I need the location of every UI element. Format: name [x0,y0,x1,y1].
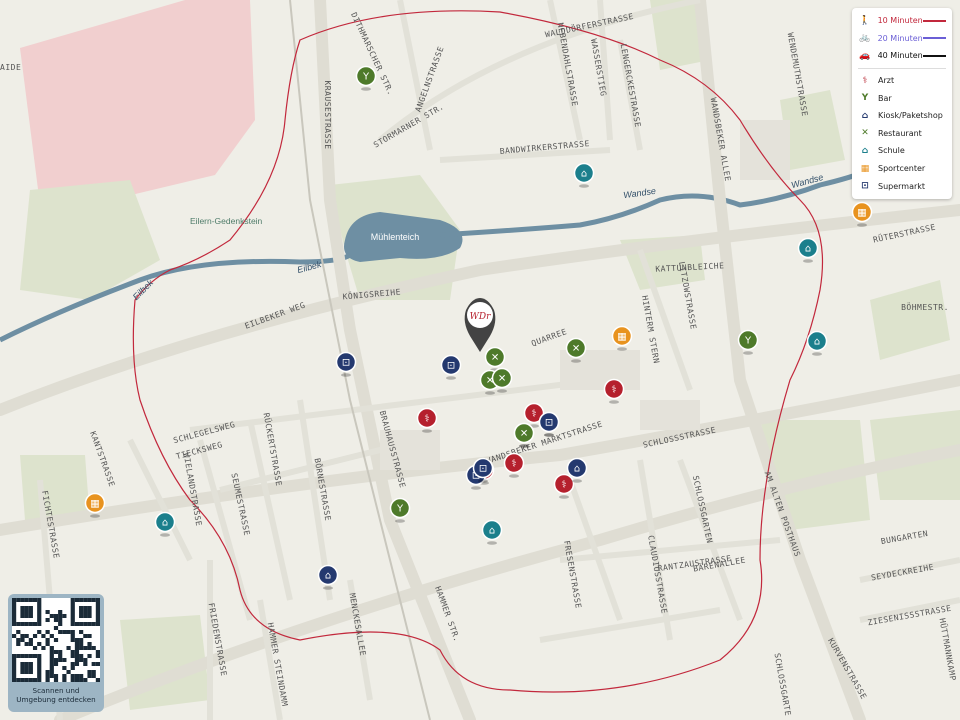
restaurant-icon: ✕ [572,344,580,355]
kiosk-icon: ⌂ [325,571,331,582]
sport-icon: ▦ [617,332,626,343]
legend-category-4[interactable]: ⌂ Schule [852,142,952,160]
qr-caption-line1: Scannen und [32,686,80,695]
legend-label: Restaurant [878,128,922,138]
map-legend: 🚶 10 Minuten 🚲 20 Minuten 🚗 40 Minuten ⚕ Arzt Y B… [852,8,952,199]
shop-icon: ⌂ [861,110,869,121]
sport-icon: ▦ [857,208,866,219]
place-label: Eilern-Gedenkstein [190,216,263,226]
legend-label: Schule [878,146,905,156]
map-canvas[interactable]: EHNHAIDEDITHMARSCHER STR.ANGELNSTRASSEWA… [0,0,960,720]
schule-icon: ⌂ [489,526,495,537]
bar-icon: Y [362,72,370,83]
kiosk-icon: ⌂ [574,464,580,475]
legend-label: Sportcenter [878,164,926,174]
arzt-icon: ⚕ [561,480,566,491]
stethoscope-icon: ⚕ [862,75,868,86]
legend-category-2[interactable]: ⌂ Kiosk/Paketshop [852,107,952,125]
supermarkt-icon: ⊡ [479,464,487,475]
arzt-icon: ⚕ [511,459,516,470]
arzt-icon: ⚕ [531,409,536,420]
walk-icon: 🚶 [859,15,871,26]
street-label: BÖHMESTR. [901,302,949,312]
qr-code-panel[interactable]: Scannen und Umgebung entdecken [8,594,104,712]
cutlery-icon: ✕ [861,128,869,139]
arzt-icon: ⚕ [424,414,429,425]
legend-label: 10 Minuten [877,16,923,26]
brand-logo: WDr [470,312,491,322]
legend-label: Kiosk/Paketshop [878,111,943,121]
legend-line [922,37,946,40]
legend-isochrone-2[interactable]: 🚗 40 Minuten [852,47,952,65]
sport-icon: ▦ [860,163,870,174]
legend-category-1[interactable]: Y Bar [852,89,952,107]
restaurant-icon: ✕ [520,429,528,440]
schule-icon: ⌂ [805,244,811,255]
street-label: EHNHAIDE [0,63,21,72]
restaurant-icon: ✕ [498,374,506,385]
schule-icon: ⌂ [162,518,168,529]
sport-icon: ▦ [90,499,99,510]
legend-label: 40 Minuten [877,51,923,61]
legend-label: Supermarkt [878,181,926,191]
schule-icon: ⌂ [814,337,820,348]
legend-isochrone-0[interactable]: 🚶 10 Minuten [852,12,952,30]
car-icon: 🚗 [859,50,871,61]
legend-line [922,54,946,57]
lake-label: Mühlenteich [371,232,420,242]
qr-code[interactable] [12,598,100,682]
legend-category-5[interactable]: ▦ Sportcenter [852,160,952,178]
legend-category-0[interactable]: ⚕ Arzt [852,72,952,90]
qr-caption: Scannen und Umgebung entdecken [8,686,104,704]
supermarkt-icon: ⊡ [342,358,350,369]
bar-icon: Y [744,336,752,347]
qr-caption-line2: Umgebung entdecken [16,695,96,704]
cocktail-icon: Y [861,93,869,104]
legend-divider [858,67,946,69]
school-icon: ⌂ [861,145,869,156]
legend-category-3[interactable]: ✕ Restaurant [852,125,952,143]
legend-category-6[interactable]: ⊡ Supermarkt [852,177,952,195]
legend-label: Bar [878,93,892,103]
legend-isochrone-1[interactable]: 🚲 20 Minuten [852,30,952,48]
legend-line [922,19,946,22]
restaurant-icon: ✕ [491,353,499,364]
bar-icon: Y [396,504,404,515]
legend-label: Arzt [878,76,895,86]
bike-icon: 🚲 [859,33,871,44]
supermarkt-icon: ⊡ [545,418,553,429]
arzt-icon: ⚕ [611,385,616,396]
cart-icon: ⊡ [861,181,869,192]
legend-label: 20 Minuten [877,33,923,43]
street-label: KRAUSESTRASSE [323,80,332,149]
supermarkt-icon: ⊡ [447,361,455,372]
schule-icon: ⌂ [581,169,587,180]
